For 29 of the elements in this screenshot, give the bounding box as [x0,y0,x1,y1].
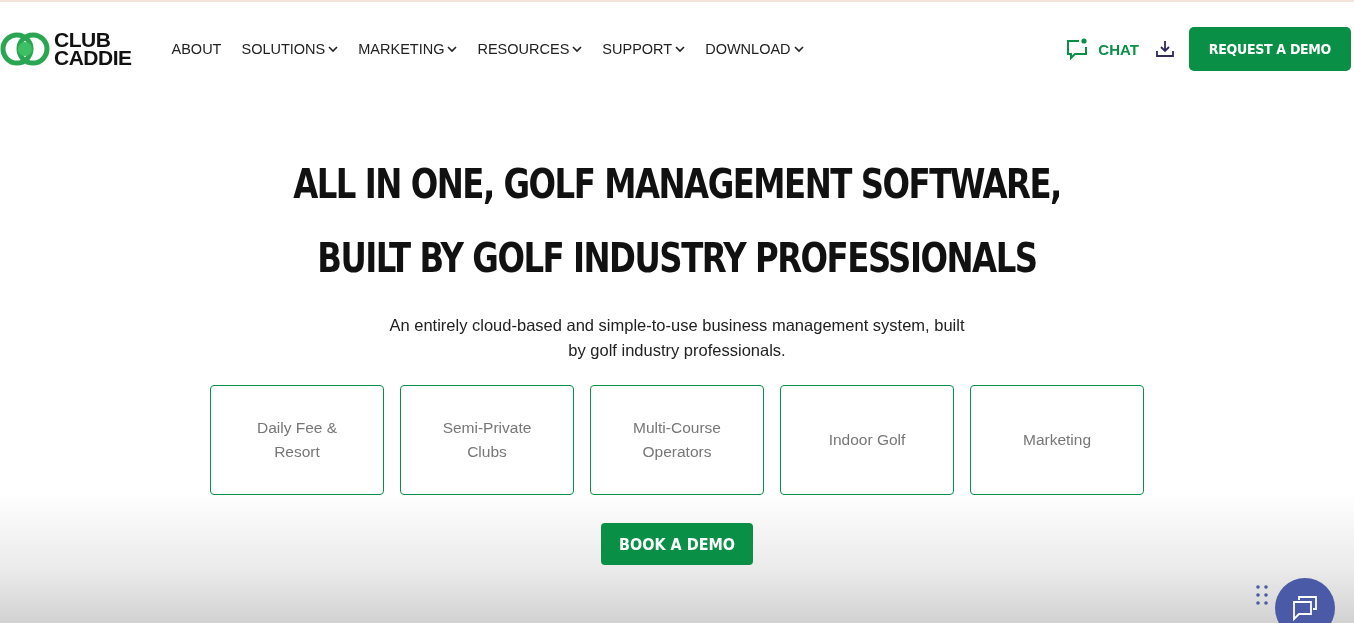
request-demo-button[interactable]: REQUEST A DEMO [1188,27,1351,71]
headline: ALL IN ONE, GOLF MANAGEMENT SOFTWARE, [293,160,1061,210]
category-card[interactable]: Semi-Private Clubs [400,385,574,495]
category-card[interactable]: Multi-Course Operators [590,385,764,495]
nav-link[interactable]: SUPPORT [602,41,686,57]
logo-text[interactable]: CLUB CADDIE [54,31,132,67]
chevron-down-icon [675,45,686,53]
drag-handle-icon[interactable] [1256,585,1268,605]
category-card[interactable]: Marketing [970,385,1144,495]
nav-link[interactable]: RESOURCES [477,41,583,57]
subtitle: An entirely cloud-based and simple-to-use business management system, built by golf industry professionals. [388,315,966,361]
nav-link[interactable]: ABOUT [171,41,222,57]
chat-link[interactable]: CHAT [1066,38,1139,60]
download-icon[interactable] [1154,40,1175,58]
chevron-down-icon [572,45,583,53]
book-demo-button[interactable]: BOOK A DEMO [600,523,754,565]
nav-link[interactable]: SOLUTIONS [241,41,339,57]
chevron-down-icon [793,45,804,53]
headline: BUILT BY GOLF INDUSTRY PROFESSIONALS [317,234,1037,284]
chat-icon [1066,38,1089,60]
category-card[interactable]: Indoor Golf [780,385,954,495]
category-card[interactable]: Daily Fee & Resort [210,385,384,495]
chat-bubbles-icon [1291,594,1319,622]
chat-widget-button[interactable] [1275,578,1335,623]
chevron-down-icon [447,45,458,53]
nav-link[interactable]: DOWNLOAD [705,41,804,57]
chevron-down-icon [328,45,339,53]
nav-link[interactable]: MARKETING [358,41,458,57]
logo-icon [0,31,50,67]
